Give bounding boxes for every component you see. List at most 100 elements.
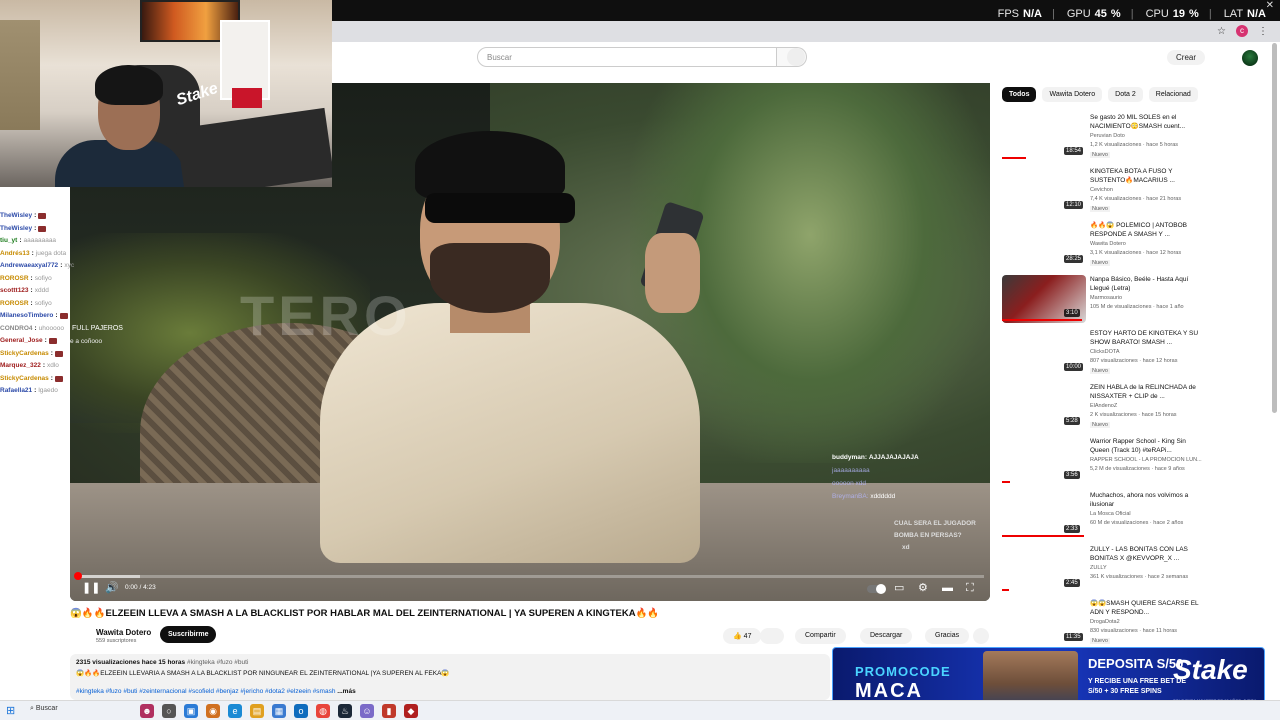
file-explorer-icon[interactable]: ▤ <box>250 704 264 718</box>
theater-mode-icon[interactable]: ▬ <box>942 581 953 595</box>
progress-bar[interactable] <box>76 575 984 578</box>
app-icon[interactable]: ▮ <box>382 704 396 718</box>
channel-name[interactable]: RAPPER SCHOOL - LA PROMOCION LUN... <box>1090 457 1202 463</box>
chip-dota-2[interactable]: Dota 2 <box>1108 87 1143 102</box>
channel-name[interactable]: Wawita Dotero <box>96 628 151 637</box>
subscribe-button[interactable]: Suscribirme <box>160 626 217 643</box>
video-title-link[interactable]: 🔥🔥😱 POLEMICO | ANTOBOB RESPONDE A SMASH … <box>1090 221 1202 239</box>
video-title-link[interactable]: Muchachos, ahora nos volvimos a ilusiona… <box>1090 491 1202 509</box>
page-scrollbar[interactable] <box>1272 43 1277 413</box>
question-tail: xd <box>902 544 910 551</box>
recommended-video[interactable]: 11:35 😱😱SMASH QUIERE SACARSE EL ADN Y RES… <box>1002 597 1202 651</box>
recommended-video[interactable]: 5:28 ZEIN HABLA de la RELINCHADA de NISSA… <box>1002 381 1202 435</box>
autoplay-toggle[interactable] <box>867 584 886 594</box>
app-icon[interactable]: ◉ <box>206 704 220 718</box>
video-title-link[interactable]: Nanpa Básico, Beéle - Hasta Aquí Llegué … <box>1090 275 1202 293</box>
video-duration: 3:56 <box>1064 471 1080 479</box>
watch-progress <box>1002 481 1011 483</box>
watch-progress <box>1002 157 1026 159</box>
chat-username: General_Jose <box>0 337 43 344</box>
video-scene <box>425 193 575 223</box>
video-title-link[interactable]: ZULLY - LAS BONITAS CON LAS BONITAS X @K… <box>1090 545 1202 563</box>
settings-icon[interactable]: ⚙ <box>918 581 928 595</box>
taskbar-search-label: Buscar <box>35 705 58 712</box>
channel-avatar[interactable] <box>70 624 90 644</box>
emote-icon <box>38 213 47 220</box>
outlook-icon[interactable]: o <box>294 704 308 718</box>
channel-name[interactable]: Marmosaurio <box>1090 295 1122 301</box>
subtitles-icon[interactable]: ▭ <box>894 581 904 595</box>
taskbar-search[interactable]: ⌕ Buscar <box>30 705 58 713</box>
channel-name[interactable]: Peruvian Doto <box>1090 133 1125 139</box>
chat-username: ROROSR <box>0 274 29 282</box>
channel-name[interactable]: DrogaDota2 <box>1090 619 1120 625</box>
video-duration: 12:10 <box>1064 201 1084 209</box>
chip-wawita-dotero[interactable]: Wawita Dotero <box>1042 87 1103 102</box>
thanks-button[interactable]: Gracias <box>925 628 970 644</box>
chat-username: Rafaella21 <box>0 387 33 394</box>
chip-todos[interactable]: Todos <box>1002 87 1037 102</box>
more-actions-button[interactable] <box>973 628 989 644</box>
video-title-link[interactable]: 😱😱SMASH QUIERE SACARSE EL ADN Y RESPOND.… <box>1090 599 1202 617</box>
search-input[interactable]: Buscar <box>477 47 777 67</box>
share-button[interactable]: Compartir <box>795 628 846 644</box>
video-title-link[interactable]: ESTOY HARTO DE KINGTEKA Y SU SHOW BARATO… <box>1090 329 1202 347</box>
edge-icon[interactable]: e <box>228 704 242 718</box>
app-icon[interactable]: ☻ <box>140 704 154 718</box>
recommended-video[interactable]: 12:10 KINGTEKA BOTA A FUSO Y SUSTENTO🔥MAC… <box>1002 165 1202 219</box>
channel-name[interactable]: ElAndenoZ <box>1090 403 1117 409</box>
channel-name[interactable]: ZULLY <box>1090 565 1107 571</box>
hashtag-links[interactable]: #kingteka #fuzo #buti #zeinternacional #… <box>76 688 335 695</box>
recommended-video[interactable]: 10:00 ESTOY HARTO DE KINGTEKA Y SU SHOW B… <box>1002 327 1202 381</box>
chat-message: StickyCardenas: <box>0 348 70 361</box>
recommended-video[interactable]: 18:54 Se gasto 20 MIL SOLES en el NACIMIE… <box>1002 111 1202 165</box>
create-button[interactable]: Crear <box>1167 50 1206 65</box>
divider: | <box>1051 8 1055 20</box>
chat-colon: : <box>60 262 63 269</box>
recommended-video[interactable]: 2:45 ZULLY - LAS BONITAS CON LAS BONITAS … <box>1002 543 1202 597</box>
account-avatar[interactable] <box>1242 50 1258 66</box>
profile-icon[interactable]: c <box>1236 25 1248 37</box>
chat-colon: : <box>34 224 37 232</box>
window-close-icon[interactable]: ✕ <box>1266 0 1274 11</box>
chat-message: CONDRO4: uhooooo <box>0 323 70 336</box>
like-button[interactable]: 👍 47 <box>723 628 762 644</box>
recommended-video[interactable]: 2:33 Muchachos, ahora nos volvimos a ilus… <box>1002 489 1202 543</box>
app-icon[interactable]: ◆ <box>404 704 418 718</box>
discord-icon[interactable]: ☺ <box>360 704 374 718</box>
chat-username: tiu_yt <box>0 237 18 244</box>
dislike-button[interactable] <box>760 628 784 644</box>
bookmark-star-icon[interactable]: ☆ <box>1217 26 1226 37</box>
recommended-video[interactable]: 28:25 🔥🔥😱 POLEMICO | ANTOBOB RESPONDE A S… <box>1002 219 1202 273</box>
app-icon[interactable]: ▣ <box>184 704 198 718</box>
pause-icon[interactable]: ❚❚ <box>82 581 100 595</box>
fullscreen-icon[interactable]: ⛶ <box>966 581 974 595</box>
video-title-link[interactable]: Se gasto 20 MIL SOLES en el NACIMIENTO😳S… <box>1090 113 1202 131</box>
task-view-icon[interactable]: ○ <box>162 704 176 718</box>
recommended-video[interactable]: 3:56 Warrior Rapper School - King Sin Que… <box>1002 435 1202 489</box>
top-hashtags[interactable]: #kingteka #fuzo #buti <box>187 659 248 666</box>
chip-relacionados[interactable]: Relacionad <box>1148 87 1198 102</box>
video-title-link[interactable]: ZEIN HABLA de la RELINCHADA de NISSAXTER… <box>1090 383 1202 401</box>
more-menu-icon[interactable]: ⋮ <box>1258 26 1268 37</box>
app-icon[interactable]: ▦ <box>272 704 286 718</box>
channel-name[interactable]: Wawita Dotero <box>1090 241 1126 247</box>
voice-search-icon[interactable] <box>787 48 805 66</box>
chrome-icon[interactable]: ◍ <box>316 704 330 718</box>
download-button[interactable]: Descargar <box>860 628 913 644</box>
show-more-link[interactable]: ...más <box>337 688 355 695</box>
overlay-chat-line: ooooon xdd <box>832 480 866 487</box>
channel-name[interactable]: ClicksDOTA <box>1090 349 1120 355</box>
windows-taskbar: ⊞ ⌕ Buscar ☻ ○ ▣ ◉ e ▤ ▦ o ◍ ♨ ☺ ▮ ◆ <box>0 700 1280 720</box>
steam-icon[interactable]: ♨ <box>338 704 352 718</box>
windows-start-icon[interactable]: ⊞ <box>6 705 18 717</box>
video-title-link[interactable]: Warrior Rapper School - King Sin Queen (… <box>1090 437 1202 455</box>
streamer-webcam: Stake <box>0 0 332 187</box>
channel-name[interactable]: Cevichon <box>1090 187 1113 193</box>
volume-icon[interactable]: 🔊 <box>105 581 119 595</box>
channel-name[interactable]: La Mosca Oficial <box>1090 511 1131 517</box>
watch-progress <box>1002 319 1082 321</box>
cpu-label: CPU <box>1145 8 1169 20</box>
video-title-link[interactable]: KINGTEKA BOTA A FUSO Y SUSTENTO🔥MACARIUS… <box>1090 167 1202 185</box>
recommended-video[interactable]: 3:10 Nanpa Básico, Beéle - Hasta Aquí Lle… <box>1002 273 1202 327</box>
